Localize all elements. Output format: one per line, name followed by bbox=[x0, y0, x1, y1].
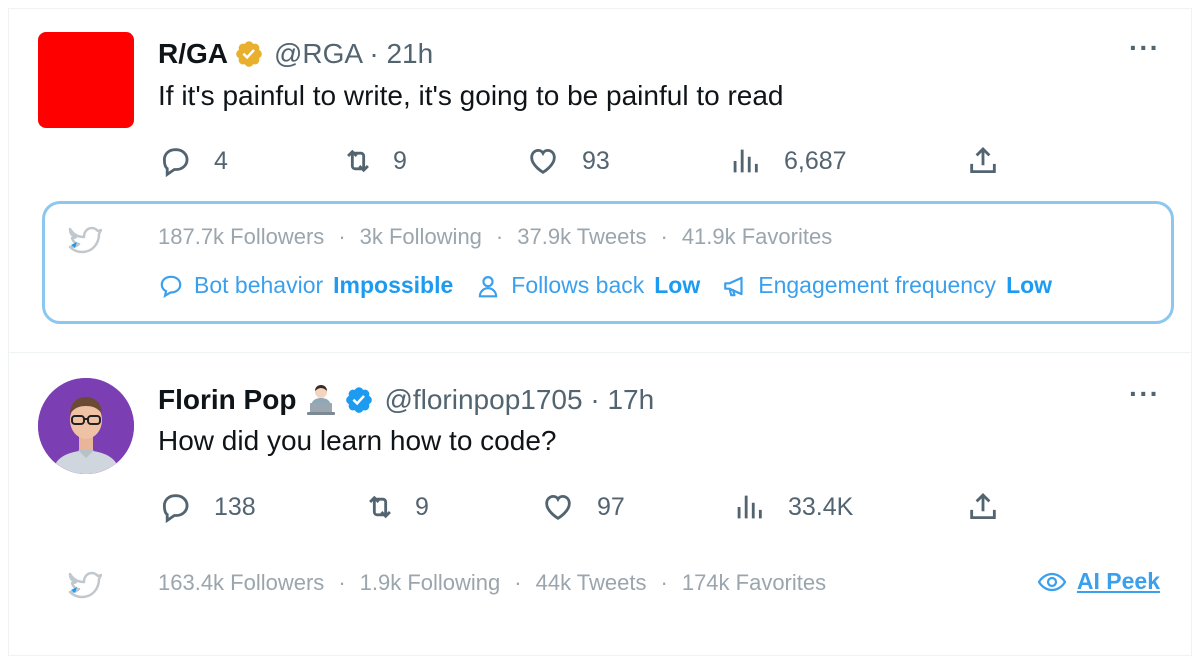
more-icon[interactable]: ··· bbox=[1129, 378, 1160, 410]
ai-peek-link[interactable]: AI Peek bbox=[1037, 568, 1160, 595]
views-count: 6,687 bbox=[784, 146, 847, 175]
frame-border-top bbox=[8, 8, 1192, 9]
frame-border-bottom bbox=[8, 655, 1192, 656]
account-insights-panel bbox=[42, 201, 1174, 324]
reply-icon bbox=[162, 148, 189, 178]
tweet-header: Florin Pop @florinpop1705 · 17h bbox=[158, 380, 654, 420]
following-count: 1.9k Following bbox=[359, 570, 501, 595]
avatar[interactable] bbox=[38, 378, 134, 474]
tweet-text: How did you learn how to code? bbox=[158, 425, 557, 456]
like-count: 93 bbox=[582, 146, 610, 175]
separator: · bbox=[338, 224, 346, 249]
like-button[interactable]: 97 bbox=[541, 487, 625, 527]
reply-button[interactable]: 4 bbox=[158, 141, 228, 181]
metric-label: Bot behavior bbox=[194, 272, 324, 298]
laptop-emoji-icon bbox=[304, 383, 338, 417]
account-stats: 187.7k Followers · 3k Following · 37.9k … bbox=[158, 224, 832, 250]
verified-badge-icon[interactable] bbox=[344, 385, 374, 415]
retweet-icon bbox=[369, 495, 391, 519]
bird-icon bbox=[66, 223, 103, 255]
like-count: 97 bbox=[597, 492, 625, 521]
author-handle[interactable]: @RGA · 21h bbox=[274, 38, 433, 70]
more-icon[interactable]: ··· bbox=[1129, 32, 1160, 64]
metric-value: Low bbox=[1006, 272, 1053, 298]
retweet-button[interactable]: 9 bbox=[341, 141, 407, 181]
views-button[interactable]: 6,687 bbox=[728, 141, 847, 181]
bird-icon bbox=[66, 568, 103, 600]
share-icon bbox=[970, 146, 996, 174]
separator: · bbox=[338, 570, 346, 595]
eye-icon bbox=[1037, 572, 1067, 591]
insight-metrics: Bot behavior Impossible Follows back Low… bbox=[158, 272, 1074, 299]
metric-engagement-frequency[interactable]: Engagement frequency Low bbox=[722, 272, 1052, 299]
like-icon bbox=[530, 148, 556, 174]
separator: · bbox=[514, 570, 522, 595]
separator: · bbox=[660, 570, 668, 595]
tweet-actions: 138 9 97 33.4K bbox=[158, 487, 1008, 527]
metric-value: Impossible bbox=[333, 272, 454, 298]
metric-follows-back[interactable]: Follows back Low bbox=[475, 272, 700, 299]
tweets-count: 37.9k Tweets bbox=[517, 224, 647, 249]
separator: · bbox=[495, 224, 504, 249]
retweet-count: 9 bbox=[415, 492, 429, 521]
author-handle[interactable]: @florinpop1705 · 17h bbox=[384, 384, 654, 416]
following-count: 3k Following bbox=[359, 224, 482, 249]
retweet-icon bbox=[347, 149, 369, 173]
reply-count: 138 bbox=[214, 492, 256, 521]
metric-bot-behavior[interactable]: Bot behavior Impossible bbox=[158, 272, 453, 299]
share-button[interactable] bbox=[966, 487, 1000, 527]
share-icon bbox=[970, 492, 996, 520]
verified-badge-icon[interactable] bbox=[234, 39, 264, 69]
views-count: 33.4K bbox=[788, 492, 854, 521]
tweet-divider bbox=[8, 352, 1192, 353]
like-icon bbox=[545, 494, 571, 520]
reply-button[interactable]: 138 bbox=[158, 487, 256, 527]
favorites-count: 41.9k Favorites bbox=[681, 224, 833, 249]
frame-border-left bbox=[8, 8, 9, 656]
followers-count: 187.7k Followers bbox=[158, 224, 325, 249]
share-button[interactable] bbox=[966, 141, 1000, 181]
ai-peek-label: AI Peek bbox=[1076, 568, 1160, 594]
retweet-count: 9 bbox=[393, 146, 407, 175]
speech-bubble-icon bbox=[160, 275, 182, 298]
user-icon bbox=[479, 275, 498, 297]
retweet-button[interactable]: 9 bbox=[363, 487, 429, 527]
followers-count: 163.4k Followers bbox=[158, 570, 325, 595]
views-button[interactable]: 33.4K bbox=[732, 487, 853, 527]
reply-count: 4 bbox=[214, 146, 228, 175]
tweet-text: If it's painful to write, it's going to … bbox=[158, 80, 784, 111]
metric-label: Follows back bbox=[511, 272, 645, 298]
avatar[interactable] bbox=[38, 32, 134, 128]
metric-label: Engagement frequency bbox=[758, 272, 997, 298]
like-button[interactable]: 93 bbox=[526, 141, 610, 181]
tweet-header: R/GA @RGA · 21h bbox=[158, 34, 433, 74]
megaphone-icon bbox=[724, 276, 743, 296]
favorites-count: 174k Favorites bbox=[681, 570, 827, 595]
views-icon bbox=[733, 149, 758, 173]
separator: · bbox=[660, 224, 668, 249]
metric-value: Low bbox=[654, 272, 701, 298]
views-icon bbox=[737, 495, 762, 519]
tweets-count: 44k Tweets bbox=[535, 570, 647, 595]
reply-icon bbox=[162, 494, 189, 524]
frame-border-right bbox=[1191, 8, 1192, 656]
account-stats: 163.4k Followers · 1.9k Following · 44k … bbox=[158, 570, 826, 596]
author-name[interactable]: R/GA bbox=[158, 38, 228, 70]
tweet-actions: 4 9 93 6,687 bbox=[158, 141, 1008, 181]
author-name[interactable]: Florin Pop bbox=[158, 384, 296, 416]
